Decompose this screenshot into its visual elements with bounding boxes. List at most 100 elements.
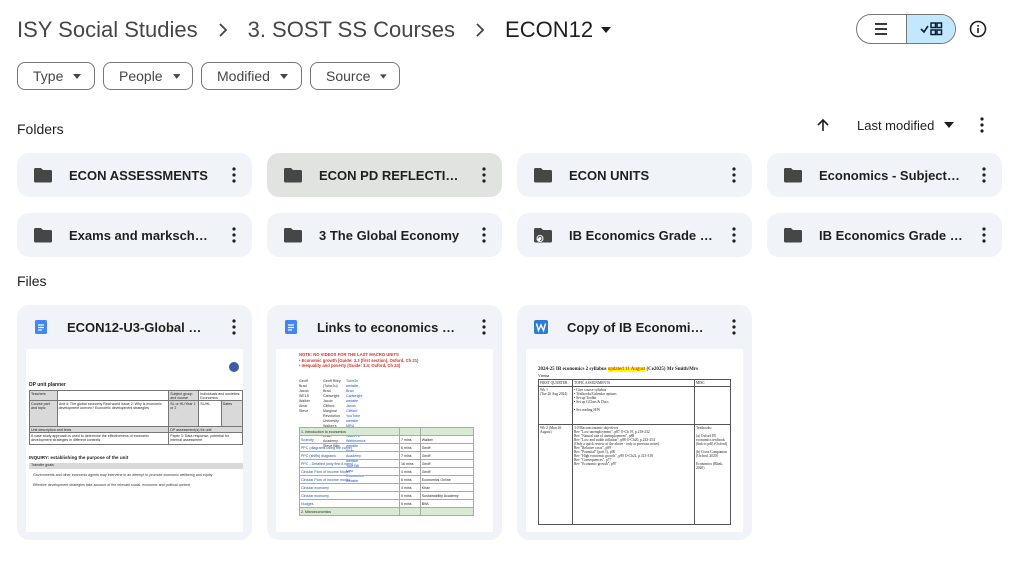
thumb-line: Geoff Riley (Tutor2u)	[323, 379, 341, 388]
folder-item[interactable]: ECON ASSESSMENTS	[17, 153, 252, 197]
folder-name: ECON ASSESSMENTS	[69, 167, 208, 183]
file-thumbnail[interactable]: DP unit planner Teachers Subject group an…	[26, 349, 243, 532]
thumb-cell: Nudges	[299, 499, 400, 508]
thumb-cell	[419, 427, 475, 436]
folder-item[interactable]: Economics - Subject Folder	[767, 153, 1002, 197]
school-logo-icon	[229, 362, 239, 372]
more-options-icon[interactable]	[982, 167, 986, 183]
chip-label: Type	[33, 68, 64, 84]
thumb-cell: Economics Online	[419, 475, 475, 484]
thumb-cell: 5 mins	[399, 499, 421, 508]
folder-icon	[34, 228, 52, 243]
breadcrumb: ISY Social Studies 3. SOST SS Courses EC…	[17, 10, 612, 50]
thumb-cell: Subject group and course	[168, 390, 200, 401]
folder-name: IB Economics Grade 11	[569, 227, 713, 243]
more-options-icon[interactable]	[482, 227, 486, 243]
folder-icon	[784, 168, 802, 183]
thumb-cell: Circular Flow of Income model	[299, 475, 400, 484]
thumb-cell: TOPIC ASSIGNMENTS	[572, 379, 695, 387]
more-options-icon[interactable]	[232, 319, 236, 335]
thumb-cell: 16 mins	[399, 459, 421, 468]
thumb-cell	[419, 507, 475, 516]
thumb-line: • Inequality and poverty (Guide: 3.4; Ox…	[299, 363, 401, 368]
shared-folder-icon	[534, 228, 552, 243]
thumb-cell: Scarcity	[299, 435, 400, 444]
file-thumbnail[interactable]: 2024-25 IB economics 2 syllabus updated …	[526, 349, 743, 532]
filter-modified-chip[interactable]: Modified	[201, 62, 302, 90]
file-thumbnail[interactable]: NOTE: NO VIDEOS FOR THE LAST MACRO UNITS…	[276, 349, 493, 532]
folder-item[interactable]: IB Economics Grade 11	[517, 213, 752, 257]
folder-name: Exams and markschemes	[69, 227, 213, 243]
more-options-icon[interactable]	[732, 319, 736, 335]
thumb-cell: Wk 1 (Tue 26 Aug 2024)	[538, 386, 573, 425]
info-icon[interactable]	[968, 19, 988, 39]
thumb-cell: Geoff	[419, 467, 475, 476]
thumb-cell	[694, 386, 731, 425]
chevron-right-icon	[218, 23, 228, 37]
word-doc-icon	[534, 320, 548, 334]
thumb-cell: Paper 3: Data response; potential for in…	[168, 432, 243, 445]
folder-icon	[34, 168, 52, 183]
thumb-cell: 7 mins	[399, 435, 421, 444]
thumb-cell: Circular economy	[299, 483, 400, 492]
thumb-cell	[399, 427, 421, 436]
folder-item[interactable]: IB Economics Grade 12	[767, 213, 1002, 257]
sort-control: Last modified	[815, 115, 955, 135]
thumb-cell: Geoff	[419, 443, 475, 452]
file-card-econ12-u3[interactable]: ECON12-U3-Global Economy DP unit planner…	[17, 305, 252, 540]
folder-name: ECON UNITS	[569, 167, 650, 183]
thumb-cell: 5 mins	[399, 491, 421, 500]
thumb-cell: A case study approach is used to determi…	[28, 432, 170, 445]
caret-down-icon	[73, 73, 82, 79]
grid-view-button[interactable]	[905, 15, 955, 43]
folder-item[interactable]: ECON UNITS	[517, 153, 752, 197]
chevron-right-icon	[475, 23, 485, 37]
file-name: Copy of IB Economics 2 syllabus	[567, 319, 707, 335]
thumb-cell: Dates	[220, 400, 243, 427]
filter-source-chip[interactable]: Source	[310, 62, 400, 90]
google-docs-icon	[285, 320, 297, 334]
breadcrumb-current-folder[interactable]: ECON12	[505, 17, 593, 43]
more-options-icon[interactable]	[732, 227, 736, 243]
file-name: ECON12-U3-Global Economy	[67, 319, 207, 335]
thumb-title: 2024-25 IB economics 2 syllabus updated …	[538, 367, 698, 372]
file-card-links-videos[interactable]: Links to economics videos NOTE: NO VIDEO…	[267, 305, 502, 540]
more-options-icon[interactable]	[974, 115, 990, 135]
folder-item[interactable]: 3 The Global Economy	[267, 213, 502, 257]
thumb-note: NOTE: NO VIDEOS FOR THE LAST MACRO UNITS…	[299, 352, 418, 369]
filter-people-chip[interactable]: People	[103, 62, 193, 90]
chip-label: People	[119, 68, 163, 84]
thumb-line: Jacob Clifford YouTube website	[346, 404, 361, 423]
thumb-cell: Circular economy	[299, 491, 400, 500]
thumb-cell: BWL	[419, 499, 475, 508]
thumb-table: FIRST QUARTER TOPIC ASSIGNMENTS MISC Wk 1 …	[538, 379, 731, 525]
thumb-cell: SL or HL/Year 1 or 2	[168, 400, 200, 427]
arrow-up-icon[interactable]	[815, 117, 831, 133]
filter-type-chip[interactable]: Type	[17, 62, 95, 90]
thumb-cell: 6 mins	[399, 443, 421, 452]
more-options-icon[interactable]	[232, 167, 236, 183]
more-options-icon[interactable]	[982, 227, 986, 243]
breadcrumb-item-isy-social-studies[interactable]: ISY Social Studies	[17, 17, 198, 43]
breadcrumb-item-sost-courses[interactable]: 3. SOST SS Courses	[248, 17, 455, 43]
thumb-title-highlight: updated 11 August	[607, 367, 646, 372]
thumb-cell: MISC	[694, 379, 731, 387]
thumb-cell	[399, 507, 421, 516]
thumb-table: Teachers Subject group and course Individu…	[28, 390, 243, 445]
more-options-icon[interactable]	[482, 167, 486, 183]
thumb-cell: Sustainability Academy	[419, 491, 475, 500]
more-options-icon[interactable]	[732, 167, 736, 183]
more-options-icon[interactable]	[232, 227, 236, 243]
file-card-ib-econ-syllabus[interactable]: Copy of IB Economics 2 syllabus 2024-25 …	[517, 305, 752, 540]
folder-item[interactable]: ECON PD REFLECTIONS	[267, 153, 502, 197]
caret-down-icon[interactable]	[601, 27, 612, 33]
folder-item[interactable]: Exams and markschemes	[17, 213, 252, 257]
thumb-cell: 7 mins	[399, 451, 421, 460]
more-options-icon[interactable]	[482, 319, 486, 335]
thumb-cell: Khan	[419, 483, 475, 492]
sort-by-button[interactable]: Last modified	[857, 118, 934, 133]
caret-down-icon[interactable]	[944, 122, 955, 128]
thumb-cell: 1. Introduction to economics	[299, 427, 400, 436]
list-view-button[interactable]	[857, 15, 906, 43]
thumb-cell: Wk 2 (Mon 26 August)	[538, 424, 573, 525]
